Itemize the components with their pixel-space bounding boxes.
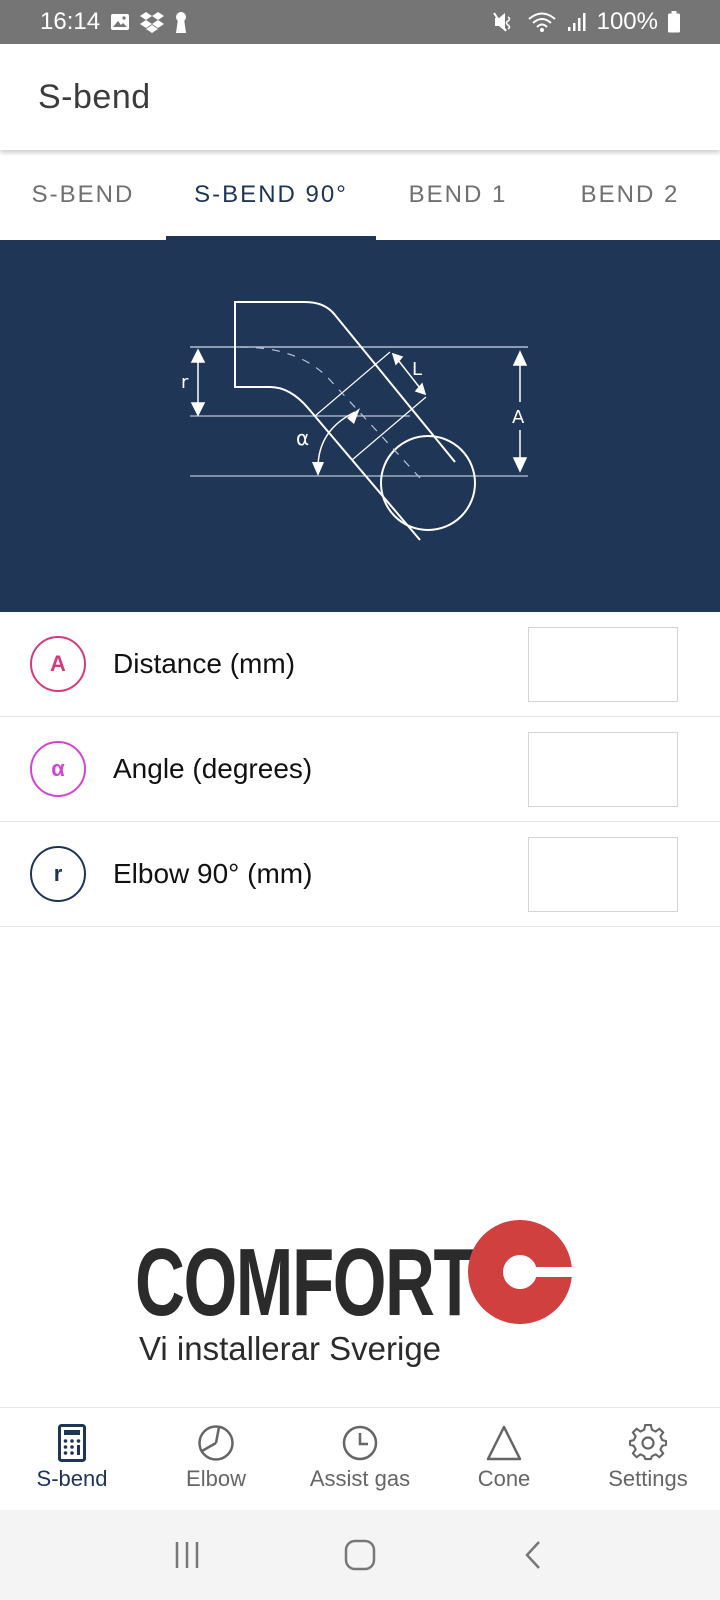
alpha-arc [317,411,356,469]
gallery-icon [111,14,130,30]
nav-elbow[interactable]: Elbow [144,1408,288,1510]
section-line-2 [351,396,427,461]
home-button[interactable] [330,1530,390,1580]
nav-s-bend-label: S-bend [36,1466,108,1491]
battery-icon [668,11,680,33]
logo-c-mark-icon [468,1220,573,1324]
clock-icon [342,1425,378,1461]
tab-s-bend-90[interactable]: S-BEND 90° [166,150,376,240]
gear-icon [629,1424,667,1461]
nav-cone-label: Cone [477,1466,531,1491]
recent-apps-button[interactable] [157,1530,217,1580]
nav-settings-label: Settings [608,1466,688,1491]
angle-badge: α [30,741,86,797]
tab-bar: S-BEND S-BEND 90° BEND 1 BEND 2 [0,150,720,240]
nav-cone[interactable]: Cone [432,1408,576,1510]
status-bar: 16:14 100% [0,0,720,44]
mute-icon [492,12,510,32]
logo-wordmark: COMFORT [135,1229,476,1336]
nav-s-bend[interactable]: S-bend [0,1408,144,1510]
label-r: r [181,372,189,393]
tab-s-bend[interactable]: S-BEND [0,150,166,240]
r-dimension [190,348,206,417]
triangle-icon [486,1425,522,1461]
app-bar: S-bend [0,44,720,150]
section-line-1 [314,351,391,417]
tab-bend-1[interactable]: BEND 1 [376,150,540,240]
angle-input[interactable] [528,731,678,807]
battery-percent: 100% [596,8,658,35]
label-alpha: α [296,426,309,450]
keyhole-icon [176,12,187,33]
distance-label: Distance (mm) [113,648,296,679]
bottom-nav: S-bend Elbow Assist gas Cone Settings [0,1407,720,1510]
pipe-diagram-svg: r A L α [181,301,528,541]
dropbox-icon [140,12,165,33]
label-l: L [412,359,422,380]
logo-tagline: Vi installerar Sverige [139,1330,442,1367]
home-icon [344,1539,376,1571]
distance-input[interactable] [528,626,678,702]
pipe-outline [234,301,456,541]
distance-row: A Distance (mm) [0,612,720,717]
calculator-icon [58,1424,86,1462]
status-time: 16:14 [40,8,101,35]
signal-icon [567,13,586,31]
s-bend-diagram: r A L α [0,240,720,612]
page-title: S-bend [38,77,151,116]
nav-settings[interactable]: Settings [576,1408,720,1510]
elbow-input[interactable] [528,836,678,912]
back-button[interactable] [503,1530,563,1580]
status-left: 16:14 [40,8,188,36]
back-icon [525,1541,541,1569]
input-list: A Distance (mm) α Angle (degrees) r Elbo… [0,612,720,927]
pie-chart-icon [198,1425,234,1461]
recent-apps-icon [175,1542,198,1568]
elbow-badge: r [30,846,86,902]
angle-label: Angle (degrees) [113,753,313,784]
wifi-icon [527,12,556,32]
distance-badge: A [30,636,86,692]
elbow-row: r Elbow 90° (mm) [0,822,720,927]
tab-bend-2[interactable]: BEND 2 [540,150,720,240]
comfort-logo: COMFORT Vi installerar Sverige [135,1220,585,1375]
system-nav-bar [0,1510,720,1600]
label-a: A [512,407,525,428]
centerline-dashed [239,346,421,479]
status-right: 100% [492,8,680,36]
nav-assist-gas-label: Assist gas [309,1466,411,1491]
nav-assist-gas[interactable]: Assist gas [288,1408,432,1510]
alpha-arrow-bottom [312,462,324,476]
nav-elbow-label: Elbow [186,1466,246,1491]
elbow-label: Elbow 90° (mm) [113,858,313,889]
angle-row: α Angle (degrees) [0,717,720,822]
